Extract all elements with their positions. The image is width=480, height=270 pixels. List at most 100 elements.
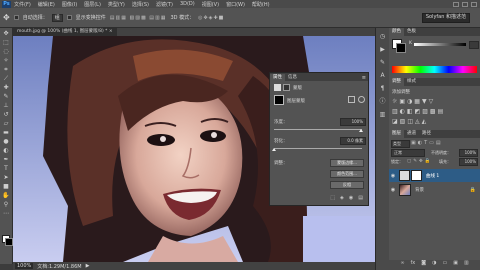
menu-image[interactable]: 图像(I): [62, 1, 77, 8]
crop-tool-icon[interactable]: ⌗: [2, 66, 11, 73]
zoom-tool-icon[interactable]: ⚲: [2, 201, 11, 208]
clone-stamp-icon[interactable]: ⊥: [2, 102, 11, 109]
layer-filter-icons[interactable]: ▣◐T▭▤: [411, 140, 443, 146]
delete-mask-icon[interactable]: ▤: [358, 195, 363, 205]
lasso-tool-icon[interactable]: ◌: [2, 48, 11, 55]
path-select-icon[interactable]: ➤: [2, 174, 11, 181]
visibility-eye-icon[interactable]: ◉: [389, 173, 397, 179]
density-input[interactable]: 100%: [340, 118, 366, 126]
zoom-level[interactable]: 100%: [15, 263, 34, 269]
visibility-eye-icon[interactable]: ◉: [389, 187, 397, 193]
hand-tool-icon[interactable]: ✋: [2, 192, 11, 199]
shape-tool-icon[interactable]: ■: [2, 183, 11, 190]
layer-row-background[interactable]: ◉ 背景 🔒: [389, 183, 480, 196]
tab-adjustments[interactable]: 调整: [389, 78, 404, 86]
opacity-input[interactable]: 100%: [459, 149, 478, 157]
apply-mask-icon[interactable]: ◈: [340, 195, 344, 205]
density-slider-knob[interactable]: [359, 129, 363, 132]
new-adjustment-icon[interactable]: ◑: [432, 260, 436, 270]
new-group-icon[interactable]: ▭: [442, 260, 447, 270]
eyedropper-icon[interactable]: ⟋: [2, 75, 11, 82]
dodge-tool-icon[interactable]: ◐: [2, 147, 11, 154]
menu-window[interactable]: 窗口(W): [226, 1, 245, 8]
3d-mode-icons[interactable]: ◎✥◈✚■: [198, 15, 224, 21]
blend-mode-dropdown[interactable]: 正常: [391, 149, 425, 157]
tab-color[interactable]: 颜色: [389, 28, 404, 36]
add-mask-icon[interactable]: ◙: [421, 260, 426, 270]
color-range-button[interactable]: 颜色范围...: [330, 170, 364, 178]
fx-icon[interactable]: fx: [411, 260, 416, 270]
history-panel-icon[interactable]: ◷: [379, 33, 387, 41]
load-selection-icon[interactable]: ⬚: [330, 195, 335, 205]
type-tool-icon[interactable]: T: [2, 165, 11, 172]
move-tool-preset-icon[interactable]: ✥: [3, 13, 10, 22]
layer-row-curves[interactable]: ◉ 曲线 1: [389, 169, 480, 182]
menu-edit[interactable]: 编辑(E): [38, 1, 55, 8]
feather-input[interactable]: 0.0 像素: [340, 137, 366, 145]
link-layers-icon[interactable]: ∞: [400, 260, 404, 270]
density-slider[interactable]: [274, 129, 362, 130]
layer-name[interactable]: 背景: [415, 187, 424, 193]
layer-name[interactable]: 曲线 1: [426, 173, 439, 179]
vector-add-icon[interactable]: [358, 96, 365, 103]
layer-mask-thumb[interactable]: [411, 170, 422, 181]
healing-brush-icon[interactable]: ✚: [2, 84, 11, 91]
menu-view[interactable]: 视图(V): [202, 1, 219, 8]
actions-panel-icon[interactable]: ▶: [379, 46, 387, 54]
menu-filter[interactable]: 滤镜(T): [156, 1, 173, 8]
color-ramp[interactable]: [392, 66, 477, 73]
adjustment-icons-row-2[interactable]: ▥◐◧◩▨▩▤: [392, 108, 477, 115]
character-panel-icon[interactable]: A: [379, 72, 387, 80]
move-tool-icon[interactable]: ✥: [2, 30, 11, 37]
info-panel-icon[interactable]: ⓘ: [379, 98, 387, 106]
eraser-icon[interactable]: ▱: [2, 120, 11, 127]
history-brush-icon[interactable]: ↺: [2, 111, 11, 118]
adjustment-icons-row-3[interactable]: ◪▧◫◬◭: [392, 118, 477, 125]
toggle-mask-icon[interactable]: ◉: [349, 195, 353, 205]
tab-styles[interactable]: 样式: [404, 78, 419, 86]
panel-menu-icon[interactable]: ≡: [362, 75, 366, 81]
tab-properties[interactable]: 属性: [270, 74, 285, 81]
marquee-tool-icon[interactable]: ⬚: [2, 39, 11, 46]
extra-tools-icon[interactable]: ⋯: [2, 210, 11, 217]
magic-wand-icon[interactable]: ✧: [2, 57, 11, 64]
show-transform-checkbox[interactable]: [66, 15, 72, 20]
tab-swatches[interactable]: 色板: [404, 28, 419, 36]
gray-value-input[interactable]: [469, 41, 479, 49]
menu-file[interactable]: 文件(F): [14, 1, 31, 8]
status-arrow-icon[interactable]: ▶: [86, 263, 90, 269]
layer-mask-thumbnail[interactable]: [274, 95, 284, 105]
properties-panel-icon[interactable]: ▥: [379, 111, 387, 119]
adjustment-icons-row-1[interactable]: ☼▣◑▦▼▽: [392, 98, 477, 105]
brush-panel-icon[interactable]: ✎: [379, 59, 387, 67]
gradient-tool-icon[interactable]: ▬: [2, 129, 11, 136]
document-tab[interactable]: mouth.jpg @ 100% (曲线 1, 图层蒙版/8) * ×: [13, 28, 117, 36]
invert-button[interactable]: 反相: [330, 181, 364, 189]
lock-icons[interactable]: ▢✎✥🔒: [407, 159, 432, 164]
auto-select-dropdown[interactable]: 组: [51, 13, 63, 22]
close-icon[interactable]: [471, 1, 477, 7]
vector-mask-icon[interactable]: [283, 84, 290, 91]
menu-3d[interactable]: 3D(D): [180, 1, 195, 7]
menu-type[interactable]: 类型(Y): [108, 1, 125, 8]
select-mask-icon[interactable]: [348, 96, 355, 103]
workspace-dropdown[interactable]: Solyfan 和描述范: [421, 12, 470, 23]
background-color-swatch[interactable]: [5, 238, 13, 246]
minimize-icon[interactable]: [453, 1, 459, 7]
new-layer-icon[interactable]: ▣: [453, 260, 458, 270]
pen-tool-icon[interactable]: ✒: [2, 156, 11, 163]
brush-tool-icon[interactable]: ✎: [2, 93, 11, 100]
blur-tool-icon[interactable]: ●: [2, 138, 11, 145]
layer-filter-dropdown[interactable]: 类型: [391, 140, 410, 148]
tab-layers[interactable]: 图层: [389, 130, 404, 138]
fill-input[interactable]: 100%: [459, 158, 478, 166]
color-bg-swatch[interactable]: [396, 43, 406, 53]
paragraph-panel-icon[interactable]: ¶: [379, 85, 387, 93]
delete-layer-icon[interactable]: ▥: [464, 260, 469, 270]
menu-layer[interactable]: 图层(L): [84, 1, 101, 8]
feather-slider[interactable]: [274, 148, 362, 149]
tab-channels[interactable]: 通道: [404, 130, 419, 138]
auto-select-checkbox[interactable]: [13, 15, 19, 20]
menu-help[interactable]: 帮助(H): [252, 1, 270, 8]
close-tab-icon[interactable]: ×: [109, 29, 113, 34]
